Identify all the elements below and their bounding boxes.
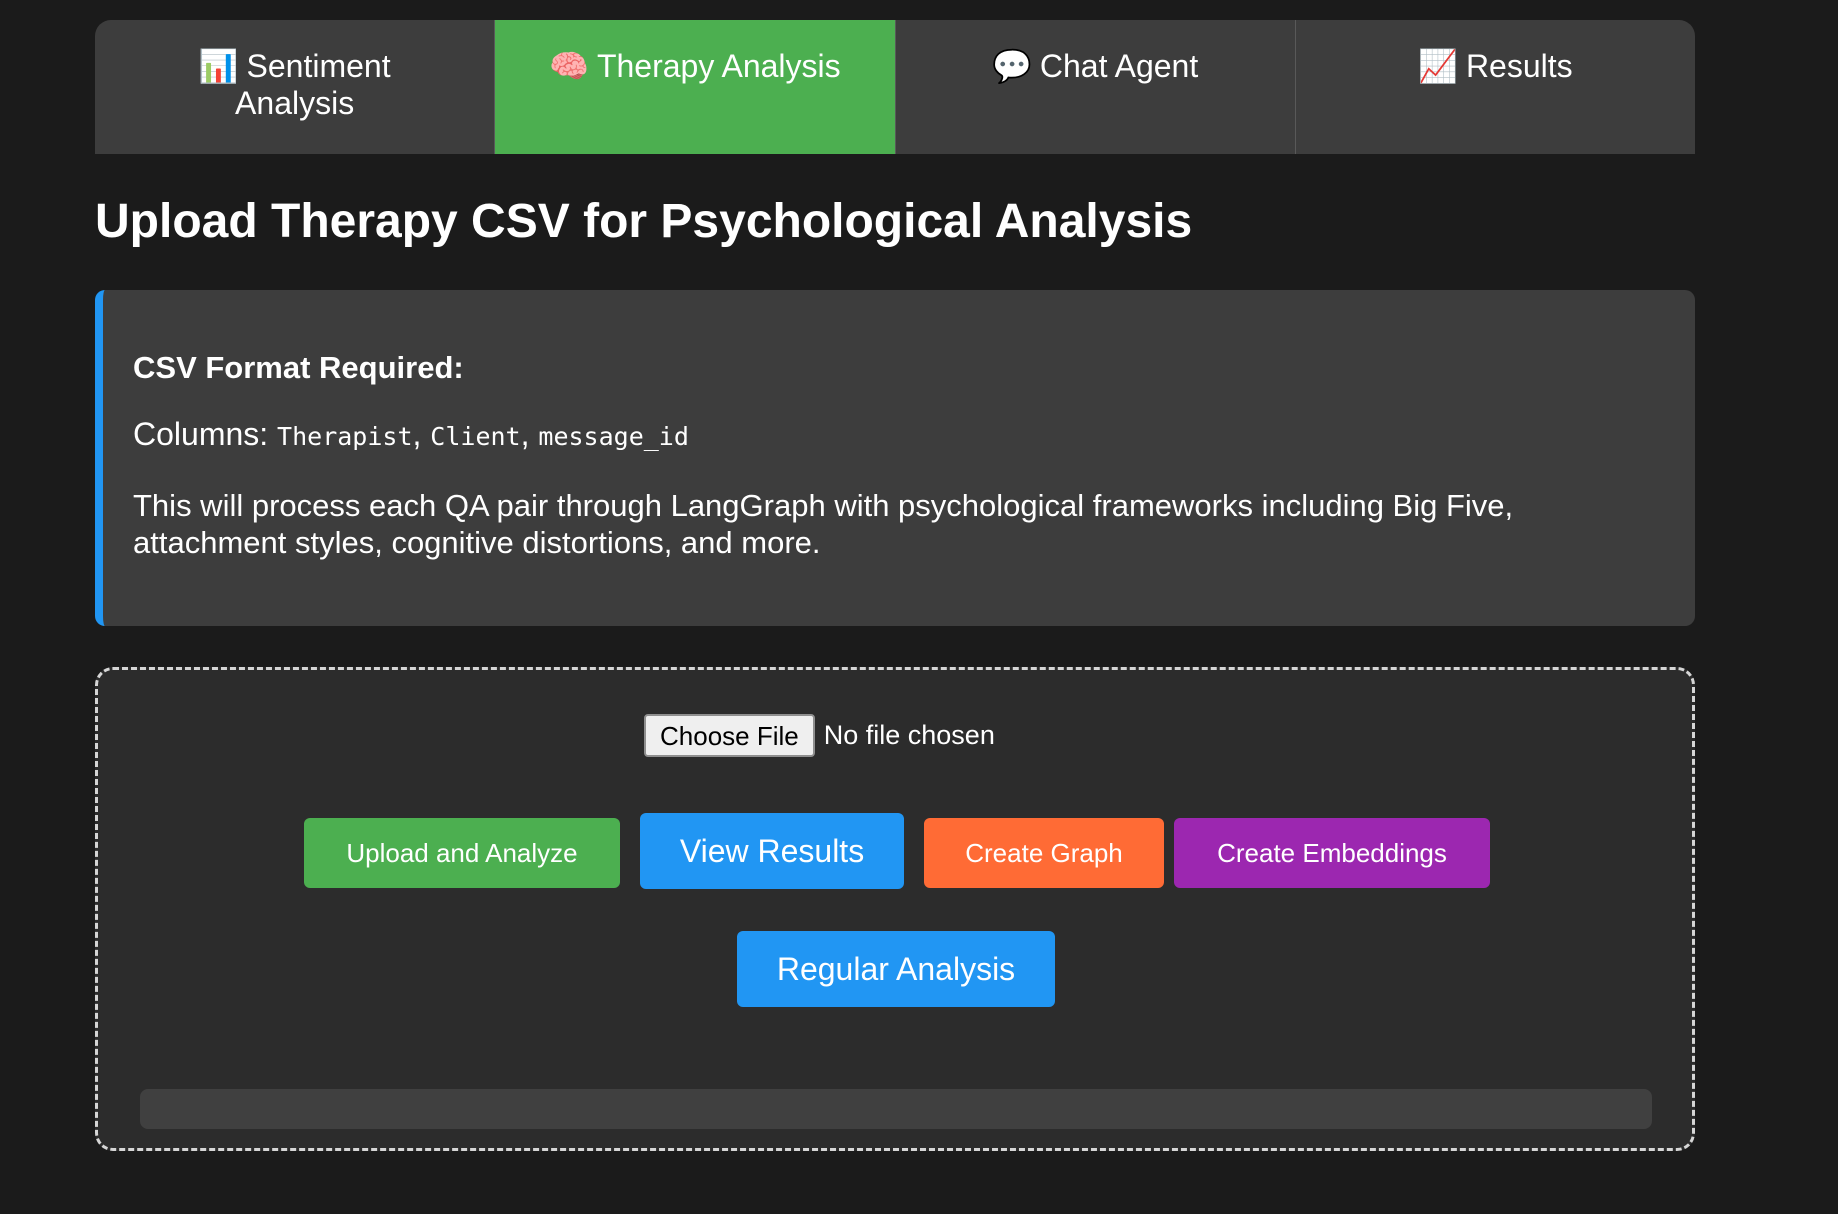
create-graph-button[interactable]: Create Graph	[924, 818, 1164, 888]
tab-results[interactable]: 📈 Results	[1296, 20, 1695, 154]
column-name: message_id	[538, 422, 689, 451]
progress-bar	[140, 1089, 1652, 1129]
info-description: This will process each QA pair through L…	[133, 488, 1514, 560]
tab-sentiment-analysis[interactable]: 📊 Sentiment Analysis	[95, 20, 496, 154]
view-results-button[interactable]: View Results	[640, 813, 904, 889]
info-heading: CSV Format Required:	[133, 350, 464, 385]
file-input: Choose File No file chosen	[644, 714, 995, 757]
upload-and-analyze-button[interactable]: Upload and Analyze	[304, 818, 620, 888]
tab-label: Chat Agent	[1039, 48, 1199, 84]
tab-label: Results	[1465, 48, 1573, 84]
brain-icon: 🧠	[549, 48, 589, 84]
csv-format-info-box: CSV Format Required: Columns: Therapist,…	[95, 290, 1695, 626]
tab-label: Therapy Analysis	[596, 48, 841, 84]
columns-prefix: Columns:	[133, 416, 278, 452]
columns-line: Columns: Therapist, Client, message_id	[133, 416, 689, 452]
tab-chat-agent[interactable]: 💬 Chat Agent	[896, 20, 1296, 154]
tab-bar: 📊 Sentiment Analysis 🧠 Therapy Analysis 💬 C…	[95, 20, 1695, 154]
speech-bubble-icon: 💬	[992, 48, 1032, 84]
file-status-text: No file chosen	[823, 720, 995, 750]
trend-chart-icon: 📈	[1418, 48, 1458, 84]
choose-file-button[interactable]: Choose File	[644, 714, 815, 757]
bar-chart-icon: 📊	[198, 48, 239, 84]
regular-analysis-button[interactable]: Regular Analysis	[737, 931, 1055, 1007]
tab-label: Sentiment Analysis	[235, 48, 391, 121]
tab-therapy-analysis[interactable]: 🧠 Therapy Analysis	[495, 20, 896, 154]
column-name: Client	[430, 422, 521, 451]
app-container: 📊 Sentiment Analysis 🧠 Therapy Analysis 💬 C…	[95, 20, 1695, 1151]
create-embeddings-button[interactable]: Create Embeddings	[1174, 818, 1490, 888]
page-title: Upload Therapy CSV for Psychological Ana…	[95, 195, 1193, 248]
column-name: Therapist	[277, 422, 413, 451]
upload-drop-zone[interactable]: Choose File No file chosen Upload and An…	[95, 667, 1695, 1151]
